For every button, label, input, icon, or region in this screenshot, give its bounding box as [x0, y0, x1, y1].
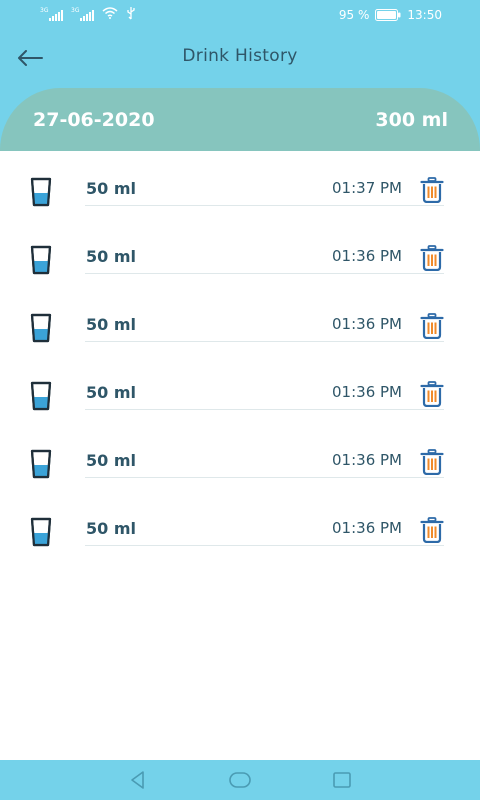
drink-amount: 50 ml [86, 451, 136, 470]
status-left-icons: 3G 3G [40, 6, 136, 24]
battery-icon [375, 9, 401, 21]
delete-trash-icon[interactable] [420, 517, 444, 543]
delete-trash-icon[interactable] [420, 449, 444, 475]
usb-icon [126, 6, 136, 24]
home-circle-icon [229, 772, 251, 788]
square-recents-icon [333, 772, 351, 788]
list-item: 50 ml 01:36 PM [0, 219, 480, 287]
wifi-icon [102, 7, 118, 23]
drink-amount: 50 ml [86, 383, 136, 402]
drink-time: 01:36 PM [332, 519, 402, 537]
system-nav-bar [0, 760, 480, 800]
delete-trash-icon[interactable] [420, 381, 444, 407]
list-item: 50 ml 01:36 PM [0, 491, 480, 559]
status-right: 95 % 13:50 [339, 8, 442, 22]
drink-amount: 50 ml [86, 519, 136, 538]
water-glass-icon [30, 517, 52, 547]
water-glass-icon [30, 381, 52, 411]
list-item: 50 ml 01:36 PM [0, 287, 480, 355]
list-item: 50 ml 01:36 PM [0, 355, 480, 423]
drink-amount: 50 ml [86, 247, 136, 266]
clock: 13:50 [407, 8, 442, 22]
page-title: Drink History [182, 46, 298, 66]
water-glass-icon [30, 177, 52, 207]
drink-time: 01:36 PM [332, 315, 402, 333]
summary-total: 300 ml [375, 108, 448, 131]
network-type-label: 3G [40, 6, 49, 14]
row-divider [85, 545, 444, 546]
row-divider [85, 273, 444, 274]
day-summary: 27-06-2020 300 ml [0, 88, 480, 151]
nav-back-button[interactable] [126, 768, 150, 792]
delete-trash-icon[interactable] [420, 313, 444, 339]
status-bar: 3G 3G 95 % 13:50 [0, 0, 480, 30]
list-item: 50 ml 01:37 PM [0, 151, 480, 219]
battery-percent: 95 % [338, 8, 370, 22]
delete-trash-icon[interactable] [420, 177, 444, 203]
app-header: Drink History [0, 30, 480, 90]
row-divider [85, 477, 444, 478]
drink-time: 01:36 PM [332, 247, 402, 265]
drink-amount: 50 ml [86, 315, 136, 334]
triangle-back-icon [131, 771, 144, 789]
drink-time: 01:36 PM [332, 451, 402, 469]
water-glass-icon [30, 245, 52, 275]
water-glass-icon [30, 313, 52, 343]
nav-home-button[interactable] [228, 768, 252, 792]
water-glass-icon [30, 449, 52, 479]
drink-history-list: 50 ml 01:37 PM 50 ml 01:36 PM 50 ml 01:3… [0, 151, 480, 559]
signal-icon: 3G [40, 6, 63, 21]
delete-trash-icon[interactable] [420, 245, 444, 271]
network-type-label: 3G [71, 6, 80, 14]
drink-time: 01:36 PM [332, 383, 402, 401]
summary-date: 27-06-2020 [33, 108, 155, 131]
drink-time: 01:37 PM [332, 179, 402, 197]
list-item: 50 ml 01:36 PM [0, 423, 480, 491]
drink-amount: 50 ml [86, 179, 136, 198]
nav-recents-button[interactable] [330, 768, 354, 792]
signal-icon: 3G [71, 6, 94, 21]
row-divider [85, 341, 444, 342]
row-divider [85, 409, 444, 410]
row-divider [85, 205, 444, 206]
summary-wrapper: 27-06-2020 300 ml [0, 88, 480, 151]
